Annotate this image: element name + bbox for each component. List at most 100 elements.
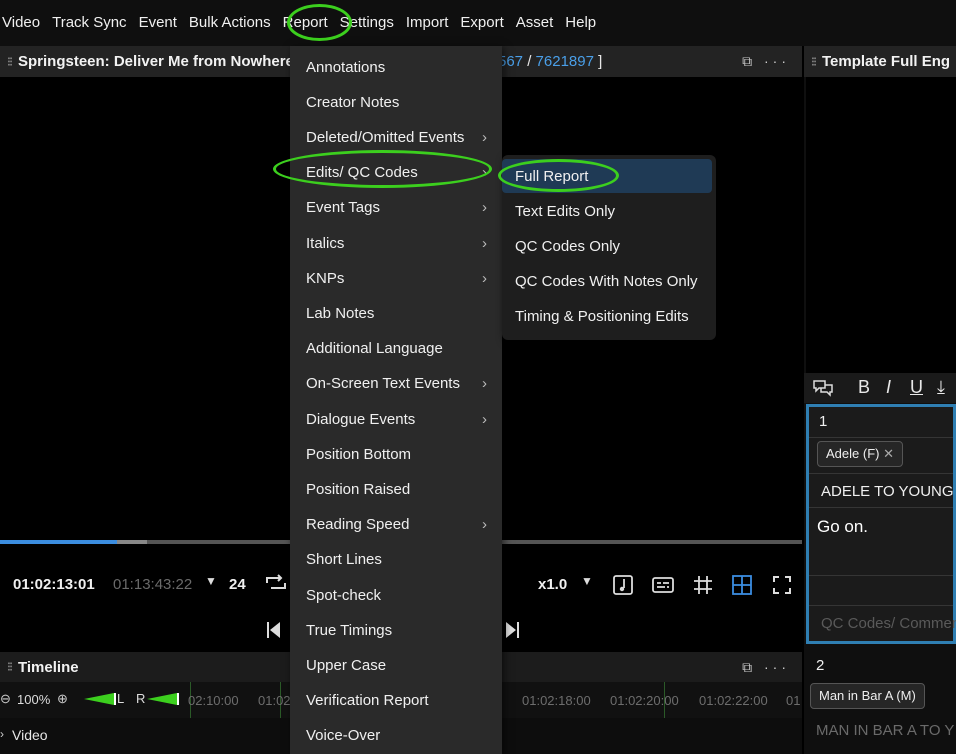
menu-import[interactable]: Import — [400, 0, 455, 46]
loop-icon[interactable] — [265, 574, 287, 592]
comment-icon[interactable] — [812, 379, 834, 397]
menu-help[interactable]: Help — [559, 0, 602, 46]
report-item-creator-notes[interactable]: Creator Notes — [290, 85, 502, 120]
report-item-event-tags[interactable]: Event Tags › — [290, 190, 502, 225]
zoom-in-icon[interactable]: ⊕ — [57, 691, 68, 707]
report-item-label: Position Bottom — [306, 446, 412, 463]
submenu-full-report[interactable]: Full Report — [502, 159, 716, 194]
report-item-label: On-Screen Text Events — [306, 375, 460, 392]
speaker-tag[interactable]: Man in Bar A (M) — [810, 683, 925, 709]
report-item-lab-notes[interactable]: Lab Notes — [290, 296, 502, 331]
speaker-tag[interactable]: Adele (F) ✕ — [817, 441, 903, 467]
drag-grip-icon[interactable]: ⁝⁝ — [0, 54, 18, 70]
video-header-actions: ⧉ ··· — [742, 46, 790, 77]
fps-dropdown-icon[interactable]: ▼ — [205, 574, 217, 588]
chevron-right-icon: › — [482, 235, 487, 252]
template-panel-header: ⁝⁝ Template Full Eng — [804, 46, 956, 77]
qc-codes-input[interactable]: QC Codes/ Commen — [821, 615, 956, 632]
video-track-label: Video — [12, 727, 48, 743]
total-frames-link[interactable]: 7621897 — [536, 53, 594, 70]
safe-area-grid-icon[interactable] — [731, 574, 753, 596]
menu-report[interactable]: Report — [277, 0, 334, 46]
menu-bulk-actions[interactable]: Bulk Actions — [183, 0, 277, 46]
report-item-true-timings[interactable]: True Timings — [290, 613, 502, 648]
zoom-level: 100% — [17, 692, 51, 707]
track-expand-icon[interactable]: › — [0, 727, 4, 741]
report-item-label: KNPs — [306, 270, 345, 287]
menu-event[interactable]: Event — [133, 0, 183, 46]
report-item-label: Annotations — [306, 59, 386, 76]
speed-dropdown-icon[interactable]: ▼ — [581, 574, 593, 588]
menu-track-sync[interactable]: Track Sync — [46, 0, 132, 46]
report-item-on-screen-text-events[interactable]: On-Screen Text Events › — [290, 366, 502, 401]
frame-separator: / — [523, 53, 536, 70]
report-dropdown-menu: Annotations Creator Notes Deleted/Omitte… — [290, 46, 502, 754]
timeline-more-icon[interactable]: ··· — [764, 659, 790, 675]
more-icon[interactable]: ··· — [764, 53, 790, 69]
submenu-qc-codes-only[interactable]: QC Codes Only — [502, 229, 716, 264]
template-drag-grip-icon[interactable]: ⁝⁝ — [804, 54, 822, 70]
submenu-qc-codes-with-notes-only[interactable]: QC Codes With Notes Only — [502, 264, 716, 299]
report-item-spot-check[interactable]: Spot-check — [290, 578, 502, 613]
edits-qc-submenu: Full Report Text Edits Only QC Codes Onl… — [502, 155, 716, 340]
report-item-knps[interactable]: KNPs › — [290, 261, 502, 296]
chevron-right-icon: › — [482, 516, 487, 533]
popout-icon[interactable]: ⧉ — [742, 53, 756, 69]
report-item-voice-over[interactable]: Voice-Over — [290, 718, 502, 753]
playback-speed[interactable]: x1.0 — [538, 576, 567, 593]
report-item-short-lines[interactable]: Short Lines — [290, 542, 502, 577]
subtitle-text-field[interactable]: Go on. — [817, 517, 868, 537]
bold-icon[interactable]: B — [858, 377, 870, 398]
report-item-position-bottom[interactable]: Position Bottom — [290, 437, 502, 472]
report-item-label: Additional Language — [306, 340, 443, 357]
divider — [809, 507, 953, 508]
report-item-label: Position Raised — [306, 481, 411, 498]
timeline-drag-grip-icon[interactable]: ⁝⁝ — [0, 659, 18, 675]
timeline-popout-icon[interactable]: ⧉ — [742, 659, 756, 675]
skip-next-icon[interactable] — [504, 620, 520, 640]
event-card-1[interactable]: 1 Adele (F) ✕ ADELE TO YOUNG B Go on. QC… — [806, 404, 956, 644]
report-item-additional-language[interactable]: Additional Language — [290, 331, 502, 366]
speaker-tag-label: Adele (F) — [826, 446, 880, 461]
menu-export[interactable]: Export — [454, 0, 509, 46]
timeline-title: Timeline — [18, 658, 79, 676]
report-item-deleted-omitted-events[interactable]: Deleted/Omitted Events › — [290, 120, 502, 155]
underline-icon[interactable]: U — [910, 377, 923, 398]
report-item-reading-speed[interactable]: Reading Speed › — [290, 507, 502, 542]
chevron-right-icon: › — [482, 270, 487, 287]
subtitles-icon[interactable] — [652, 574, 674, 596]
menu-video[interactable]: Video — [0, 0, 46, 46]
remove-tag-icon[interactable]: ✕ — [883, 446, 894, 461]
current-timecode: 01:02:13:01 — [13, 576, 95, 593]
divider — [809, 605, 953, 606]
zoom-out-icon[interactable]: ⊖ — [0, 691, 11, 707]
total-duration: 01:13:43:22 — [113, 576, 193, 593]
fullscreen-icon[interactable] — [771, 574, 793, 596]
divider — [809, 473, 953, 474]
report-item-verification-report[interactable]: Verification Report — [290, 683, 502, 718]
report-item-edits-qc-codes[interactable]: Edits/ QC Codes › — [290, 155, 502, 190]
fps-value[interactable]: 24 — [229, 576, 246, 593]
skip-previous-icon[interactable] — [266, 620, 282, 640]
submenu-timing-positioning-edits[interactable]: Timing & Positioning Edits — [502, 299, 716, 334]
timeline-tick-label: 01:02 — [258, 693, 291, 708]
template-title: Template Full Eng — [822, 53, 951, 70]
format-toolbar: B I U ⤓ — [804, 373, 956, 403]
menu-settings[interactable]: Settings — [334, 0, 400, 46]
timeline-tick-label: 01:02:18:00 — [522, 693, 591, 708]
frame-bracket: ] — [593, 53, 603, 70]
download-icon[interactable]: ⤓ — [937, 377, 945, 398]
report-item-label: Verification Report — [306, 692, 429, 709]
submenu-text-edits-only[interactable]: Text Edits Only — [502, 194, 716, 229]
italic-icon[interactable]: I — [886, 377, 891, 398]
grid-hash-icon[interactable] — [692, 574, 714, 596]
report-item-position-raised[interactable]: Position Raised — [290, 472, 502, 507]
report-item-dialogue-events[interactable]: Dialogue Events › — [290, 402, 502, 437]
submenu-item-label: Full Report — [515, 168, 589, 185]
report-item-italics[interactable]: Italics › — [290, 226, 502, 261]
report-item-annotations[interactable]: Annotations — [290, 50, 502, 85]
menu-asset[interactable]: Asset — [510, 0, 560, 46]
music-note-icon[interactable] — [612, 574, 634, 596]
report-item-upper-case[interactable]: Upper Case — [290, 648, 502, 683]
frame-counter: 567 / 7621897 ] — [498, 46, 602, 77]
